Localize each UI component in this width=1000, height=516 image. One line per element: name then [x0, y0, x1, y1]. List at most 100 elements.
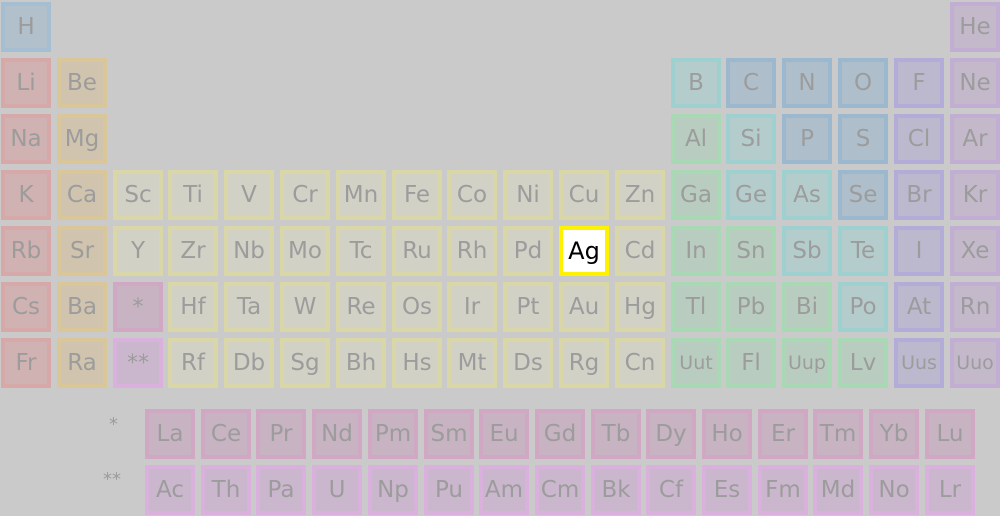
- element-cell-sn[interactable]: Sn: [726, 226, 776, 276]
- element-cell-v[interactable]: V: [224, 170, 274, 220]
- element-cell-rh[interactable]: Rh: [447, 226, 497, 276]
- element-cell-db[interactable]: Db: [224, 338, 274, 388]
- element-cell-lu[interactable]: Lu: [925, 409, 975, 459]
- element-cell-cu[interactable]: Cu: [559, 170, 609, 220]
- element-cell-be[interactable]: Be: [57, 58, 107, 108]
- element-cell-na[interactable]: Na: [1, 114, 51, 164]
- element-cell-lv[interactable]: Lv: [838, 338, 888, 388]
- element-cell-ra[interactable]: Ra: [57, 338, 107, 388]
- element-cell-i[interactable]: I: [894, 226, 944, 276]
- element-cell-ca[interactable]: Ca: [57, 170, 107, 220]
- element-cell-ne[interactable]: Ne: [950, 58, 1000, 108]
- element-cell-at[interactable]: At: [894, 282, 944, 332]
- element-cell-pb[interactable]: Pb: [726, 282, 776, 332]
- element-cell-ti[interactable]: Ti: [168, 170, 218, 220]
- element-cell-la[interactable]: La: [145, 409, 195, 459]
- element-cell-zn[interactable]: Zn: [615, 170, 665, 220]
- element-cell-p[interactable]: P: [782, 114, 832, 164]
- element-cell-yb[interactable]: Yb: [869, 409, 919, 459]
- element-cell-u[interactable]: U: [312, 465, 362, 515]
- element-cell-ir[interactable]: Ir: [447, 282, 497, 332]
- element-cell-ar[interactable]: Ar: [950, 114, 1000, 164]
- element-cell-pt[interactable]: Pt: [503, 282, 553, 332]
- element-cell-te[interactable]: Te: [838, 226, 888, 276]
- element-cell-ba[interactable]: Ba: [57, 282, 107, 332]
- element-cell-kr[interactable]: Kr: [950, 170, 1000, 220]
- element-cell-sg[interactable]: Sg: [280, 338, 330, 388]
- element-cell-es[interactable]: Es: [702, 465, 752, 515]
- element-cell-cm[interactable]: Cm: [535, 465, 585, 515]
- element-cell-zr[interactable]: Zr: [168, 226, 218, 276]
- element-cell-rf[interactable]: Rf: [168, 338, 218, 388]
- element-cell-pr[interactable]: Pr: [256, 409, 306, 459]
- element-cell-br[interactable]: Br: [894, 170, 944, 220]
- element-cell-k[interactable]: K: [1, 170, 51, 220]
- element-cell-f[interactable]: F: [894, 58, 944, 108]
- element-cell-ho[interactable]: Ho: [702, 409, 752, 459]
- element-cell-rn[interactable]: Rn: [950, 282, 1000, 332]
- element-cell-ge[interactable]: Ge: [726, 170, 776, 220]
- element-cell-ru[interactable]: Ru: [392, 226, 442, 276]
- element-cell-hg[interactable]: Hg: [615, 282, 665, 332]
- element-cell-dy[interactable]: Dy: [646, 409, 696, 459]
- actinide-placeholder-cell[interactable]: **: [113, 338, 163, 388]
- element-cell-tl[interactable]: Tl: [671, 282, 721, 332]
- element-cell-y[interactable]: Y: [113, 226, 163, 276]
- element-cell-n[interactable]: N: [782, 58, 832, 108]
- element-cell-cr[interactable]: Cr: [280, 170, 330, 220]
- element-cell-mt[interactable]: Mt: [447, 338, 497, 388]
- element-cell-re[interactable]: Re: [336, 282, 386, 332]
- element-cell-th[interactable]: Th: [201, 465, 251, 515]
- element-cell-li[interactable]: Li: [1, 58, 51, 108]
- element-cell-se[interactable]: Se: [838, 170, 888, 220]
- element-cell-si[interactable]: Si: [726, 114, 776, 164]
- element-cell-pm[interactable]: Pm: [368, 409, 418, 459]
- element-cell-rg[interactable]: Rg: [559, 338, 609, 388]
- element-cell-he[interactable]: He: [950, 2, 1000, 52]
- element-cell-al[interactable]: Al: [671, 114, 721, 164]
- element-cell-hf[interactable]: Hf: [168, 282, 218, 332]
- element-cell-eu[interactable]: Eu: [479, 409, 529, 459]
- element-cell-lr[interactable]: Lr: [925, 465, 975, 515]
- element-cell-nb[interactable]: Nb: [224, 226, 274, 276]
- element-cell-am[interactable]: Am: [479, 465, 529, 515]
- element-cell-o[interactable]: O: [838, 58, 888, 108]
- element-cell-uup[interactable]: Uup: [782, 338, 832, 388]
- element-cell-ce[interactable]: Ce: [201, 409, 251, 459]
- element-cell-sr[interactable]: Sr: [57, 226, 107, 276]
- element-cell-uut[interactable]: Uut: [671, 338, 721, 388]
- element-cell-os[interactable]: Os: [392, 282, 442, 332]
- element-cell-cn[interactable]: Cn: [615, 338, 665, 388]
- element-cell-tm[interactable]: Tm: [813, 409, 863, 459]
- element-cell-pu[interactable]: Pu: [424, 465, 474, 515]
- element-cell-md[interactable]: Md: [813, 465, 863, 515]
- element-cell-sm[interactable]: Sm: [424, 409, 474, 459]
- element-cell-gd[interactable]: Gd: [535, 409, 585, 459]
- element-cell-ag[interactable]: Ag: [559, 226, 609, 276]
- element-cell-co[interactable]: Co: [447, 170, 497, 220]
- element-cell-c[interactable]: C: [726, 58, 776, 108]
- lanthanide-placeholder-cell[interactable]: *: [113, 282, 163, 332]
- element-cell-uuo[interactable]: Uuo: [950, 338, 1000, 388]
- element-cell-nd[interactable]: Nd: [312, 409, 362, 459]
- element-cell-sc[interactable]: Sc: [113, 170, 163, 220]
- element-cell-sb[interactable]: Sb: [782, 226, 832, 276]
- element-cell-ni[interactable]: Ni: [503, 170, 553, 220]
- element-cell-mn[interactable]: Mn: [336, 170, 386, 220]
- element-cell-bk[interactable]: Bk: [591, 465, 641, 515]
- element-cell-cl[interactable]: Cl: [894, 114, 944, 164]
- element-cell-uus[interactable]: Uus: [894, 338, 944, 388]
- element-cell-h[interactable]: H: [1, 2, 51, 52]
- element-cell-ta[interactable]: Ta: [224, 282, 274, 332]
- element-cell-fe[interactable]: Fe: [392, 170, 442, 220]
- element-cell-bh[interactable]: Bh: [336, 338, 386, 388]
- element-cell-ga[interactable]: Ga: [671, 170, 721, 220]
- element-cell-mo[interactable]: Mo: [280, 226, 330, 276]
- element-cell-pd[interactable]: Pd: [503, 226, 553, 276]
- element-cell-fr[interactable]: Fr: [1, 338, 51, 388]
- element-cell-s[interactable]: S: [838, 114, 888, 164]
- element-cell-hs[interactable]: Hs: [392, 338, 442, 388]
- element-cell-bi[interactable]: Bi: [782, 282, 832, 332]
- element-cell-fl[interactable]: Fl: [726, 338, 776, 388]
- element-cell-cf[interactable]: Cf: [646, 465, 696, 515]
